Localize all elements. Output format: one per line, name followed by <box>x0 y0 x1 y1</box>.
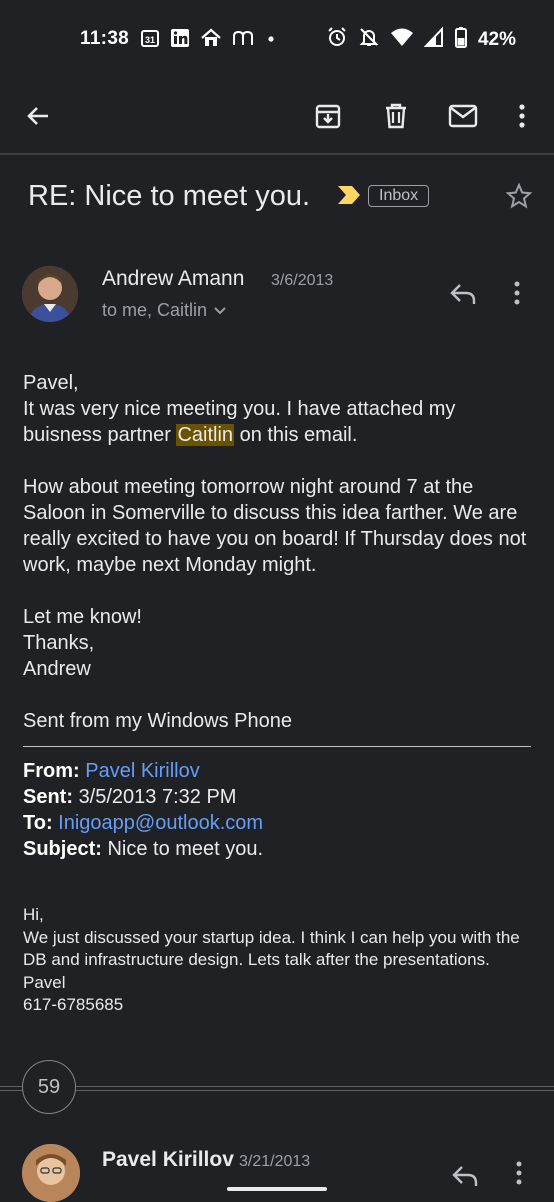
more-vert-icon[interactable] <box>504 98 540 134</box>
battery-icon <box>454 26 468 53</box>
wifi-icon <box>390 26 414 53</box>
linkedin-icon <box>170 28 190 53</box>
next-message-row[interactable]: Pavel Kirillov 3/21/2013 <box>22 1142 532 1202</box>
collapsed-line-bottom <box>0 1090 554 1091</box>
quoted-subject: Subject: Nice to meet you. <box>23 838 264 860</box>
recipients-toggle[interactable]: to me, Caitlin <box>102 300 227 321</box>
body-paragraph-2: How about meeting tomorrow night around … <box>23 476 527 576</box>
bell-off-icon <box>358 26 380 53</box>
important-marker-icon[interactable] <box>338 186 362 209</box>
sender-name[interactable]: Andrew Amann <box>102 267 244 291</box>
body-signature: Sent from my Windows Phone <box>23 710 292 732</box>
delete-icon[interactable] <box>378 98 414 134</box>
collapsed-line-top <box>0 1086 554 1087</box>
body-line-letmeknow: Let me know! <box>23 606 142 628</box>
collapsed-count-badge[interactable]: 59 <box>22 1060 76 1114</box>
dot-icon <box>266 28 276 53</box>
recipients-text: to me, Caitlin <box>102 300 208 320</box>
status-time: 11:38 <box>80 28 130 49</box>
reply-icon[interactable] <box>450 1162 480 1193</box>
quoted-to-link[interactable]: Inigoapp@outlook.com <box>58 812 263 834</box>
quoted-header: From: Pavel Kirillov Sent: 3/5/2013 7:32… <box>23 758 533 862</box>
body-line-name: Andrew <box>23 658 91 680</box>
message-more-icon[interactable] <box>512 280 522 311</box>
body-greeting: Pavel, <box>23 372 79 394</box>
signal-icon <box>423 26 444 53</box>
avatar[interactable] <box>22 266 78 322</box>
chevron-down-icon <box>213 300 227 321</box>
body-line-thanks: Thanks, <box>23 632 95 654</box>
quoted-sent: Sent: 3/5/2013 7:32 PM <box>23 786 237 808</box>
sender-date: 3/6/2013 <box>271 272 334 289</box>
m-icon <box>232 28 256 53</box>
status-icons-left: 31 <box>140 28 276 53</box>
status-icons-right: 42% <box>326 26 516 53</box>
calendar-day: 31 <box>145 35 155 45</box>
app-bar-divider <box>0 153 554 155</box>
battery-percent: 42% <box>477 28 516 50</box>
archive-icon[interactable] <box>310 98 346 134</box>
alarm-icon <box>326 26 348 53</box>
sender-row: Andrew Amann 3/6/2013 to me, Caitlin <box>22 262 532 332</box>
search-highlight: Caitlin <box>176 424 235 446</box>
quoted-from: From: Pavel Kirillov <box>23 760 200 782</box>
star-icon[interactable] <box>505 182 533 215</box>
quoted-line-3: Pavel <box>23 972 66 992</box>
reply-icon[interactable] <box>448 280 478 311</box>
calendar-icon: 31 <box>140 28 160 53</box>
quoted-from-link[interactable]: Pavel Kirillov <box>85 760 199 782</box>
app-bar <box>0 80 554 152</box>
home-icon <box>200 28 222 53</box>
inbox-label-chip[interactable]: Inbox <box>368 185 430 207</box>
email-body: Pavel, It was very nice meeting you. I h… <box>23 370 533 734</box>
next-sender-date: 3/21/2013 <box>239 1153 311 1170</box>
status-bar: 11:38 31 42% <box>0 0 554 80</box>
subject-row: RE: Nice to meet you. Inbox <box>28 172 533 222</box>
quoted-line-1: Hi, <box>23 905 44 924</box>
collapsed-messages[interactable]: 59 <box>0 1060 554 1118</box>
email-subject: RE: Nice to meet you. <box>28 180 311 212</box>
avatar[interactable] <box>22 1144 80 1202</box>
message-more-icon[interactable] <box>514 1160 524 1191</box>
quote-separator <box>23 746 531 747</box>
quoted-body: Hi, We just discussed your startup idea.… <box>23 904 533 1017</box>
back-arrow-icon[interactable] <box>20 98 56 134</box>
home-indicator[interactable] <box>227 1187 327 1191</box>
quoted-line-2: We just discussed your startup idea. I t… <box>23 927 520 970</box>
quoted-to: To: Inigoapp@outlook.com <box>23 812 264 834</box>
next-sender-name[interactable]: Pavel Kirillov <box>102 1148 234 1172</box>
mark-unread-icon[interactable] <box>445 98 481 134</box>
quoted-line-4[interactable]: 617-6785685 <box>23 994 533 1017</box>
body-paragraph-1: It was very nice meeting you. I have att… <box>23 398 456 446</box>
